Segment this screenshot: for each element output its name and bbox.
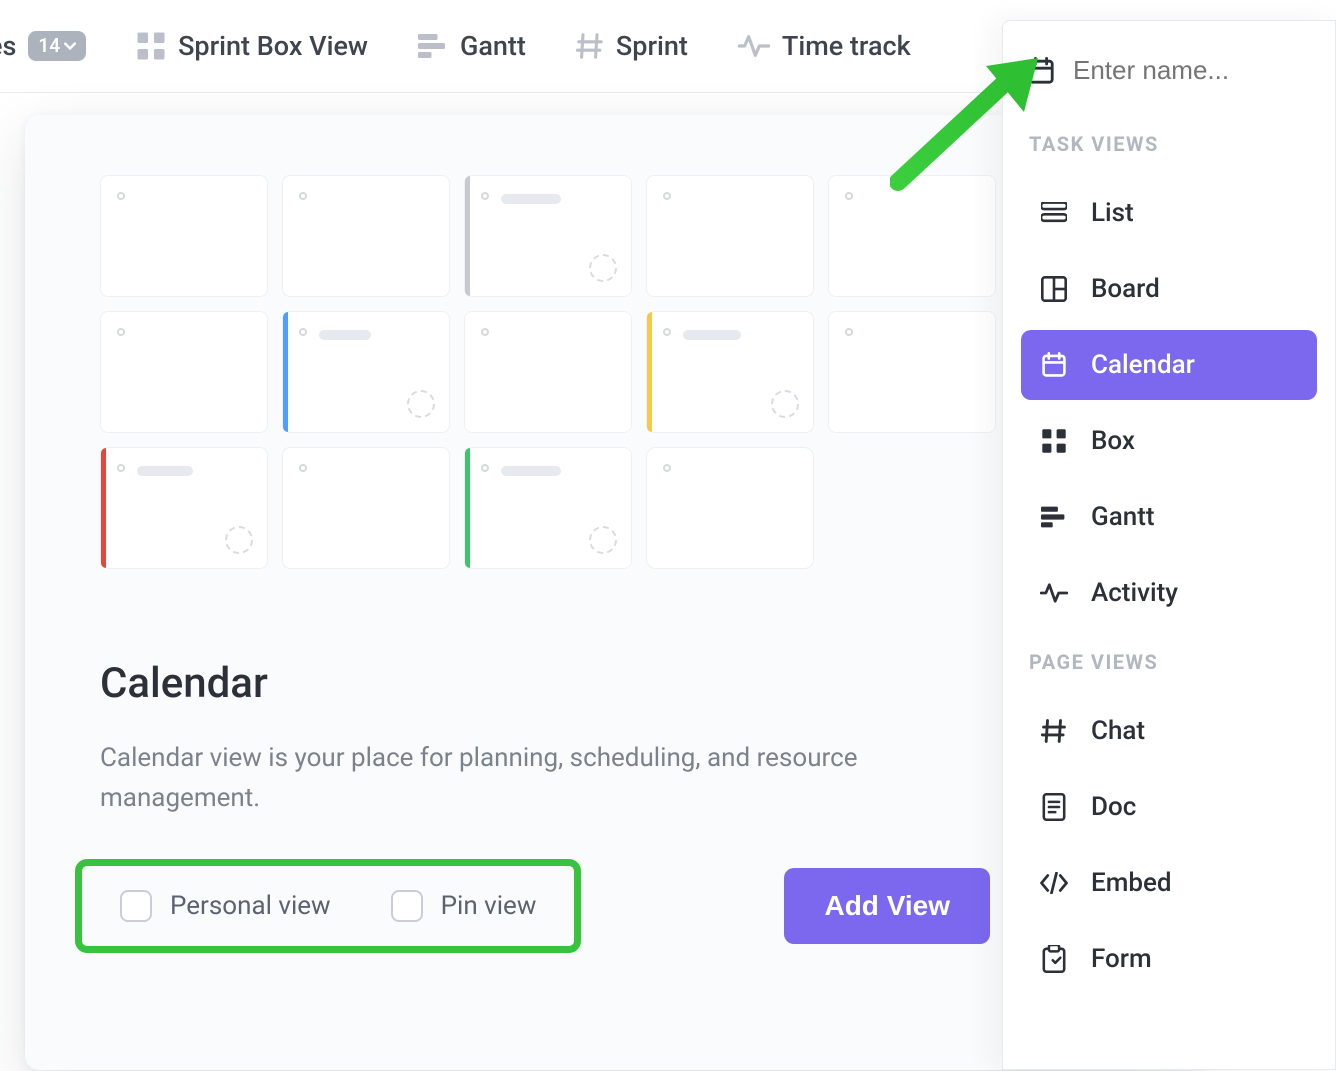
list-icon <box>1039 202 1069 224</box>
modal-description: Calendar view is your place for planning… <box>100 738 860 819</box>
embed-icon <box>1039 872 1069 894</box>
box-grid-icon <box>136 31 166 61</box>
modal-options-row: Personal view Pin view Add View <box>100 859 1130 953</box>
tab-label: Sprint <box>616 30 688 62</box>
tab-label: Gantt <box>460 30 526 62</box>
cal-card <box>282 311 450 433</box>
view-options-highlight: Personal view Pin view <box>75 859 581 953</box>
personal-view-checkbox[interactable]: Personal view <box>120 890 331 922</box>
view-option-label: Box <box>1091 426 1135 456</box>
cal-card <box>464 447 632 569</box>
chevron-down-icon <box>64 40 76 52</box>
view-option-label: Embed <box>1091 868 1172 898</box>
pin-view-checkbox[interactable]: Pin view <box>391 890 537 922</box>
view-option-chat[interactable]: Chat <box>1021 696 1317 766</box>
hash-icon <box>1039 718 1069 744</box>
view-option-calendar[interactable]: Calendar <box>1021 330 1317 400</box>
task-views-label: TASK VIEWS <box>1021 116 1317 178</box>
view-picker-panel: TASK VIEWS List Board Calendar Box Gantt… <box>1002 20 1336 1070</box>
cal-card <box>828 175 996 297</box>
cal-card <box>646 175 814 297</box>
cal-card <box>828 311 996 433</box>
calendar-icon <box>1027 57 1055 85</box>
tab-partial[interactable]: es 14 <box>0 30 86 62</box>
add-view-button[interactable]: Add View <box>784 868 990 944</box>
checkbox-label: Personal view <box>170 891 331 921</box>
cal-card <box>282 447 450 569</box>
page-views-label: PAGE VIEWS <box>1021 634 1317 696</box>
checkbox-label: Pin view <box>441 891 537 921</box>
view-option-list[interactable]: List <box>1021 178 1317 248</box>
view-option-gantt[interactable]: Gantt <box>1021 482 1317 552</box>
cal-card <box>100 447 268 569</box>
doc-icon <box>1039 793 1069 821</box>
calendar-icon <box>1039 352 1069 378</box>
calendar-preview-grid <box>100 175 1130 569</box>
view-option-label: Activity <box>1091 578 1178 608</box>
tab-sprint[interactable]: Sprint <box>576 30 688 62</box>
form-icon <box>1039 945 1069 973</box>
gantt-icon <box>418 33 448 59</box>
view-option-label: Gantt <box>1091 502 1155 532</box>
cal-card <box>464 311 632 433</box>
tab-badge-count: 14 <box>38 34 60 57</box>
cal-card <box>646 447 814 569</box>
view-option-doc[interactable]: Doc <box>1021 772 1317 842</box>
checkbox-icon <box>120 890 152 922</box>
view-name-input[interactable] <box>1073 55 1311 86</box>
view-option-form[interactable]: Form <box>1021 924 1317 994</box>
tab-gantt[interactable]: Gantt <box>418 30 526 62</box>
view-option-label: Doc <box>1091 792 1136 822</box>
view-option-activity[interactable]: Activity <box>1021 558 1317 628</box>
tab-time-tracking[interactable]: Time track <box>738 30 911 62</box>
gantt-icon <box>1039 506 1069 528</box>
view-option-label: Chat <box>1091 716 1145 746</box>
view-option-embed[interactable]: Embed <box>1021 848 1317 918</box>
hash-icon <box>576 32 604 60</box>
board-icon <box>1039 276 1069 302</box>
activity-icon <box>1039 582 1069 604</box>
cal-card <box>282 175 450 297</box>
cal-card <box>100 175 268 297</box>
checkbox-icon <box>391 890 423 922</box>
tab-label: Sprint Box View <box>178 30 368 62</box>
cal-card <box>646 311 814 433</box>
view-option-box[interactable]: Box <box>1021 406 1317 476</box>
view-option-label: Form <box>1091 944 1152 974</box>
view-option-label: Board <box>1091 274 1160 304</box>
view-option-board[interactable]: Board <box>1021 254 1317 324</box>
activity-icon <box>738 33 770 59</box>
tab-sprint-box-view[interactable]: Sprint Box View <box>136 30 368 62</box>
cal-card <box>100 311 268 433</box>
tab-label: Time track <box>782 30 911 62</box>
view-option-label: Calendar <box>1091 350 1195 380</box>
view-name-row <box>1021 49 1317 116</box>
box-grid-icon <box>1039 428 1069 454</box>
view-option-label: List <box>1091 198 1134 228</box>
cal-card <box>464 175 632 297</box>
modal-title: Calendar <box>100 659 1130 708</box>
tab-label: es <box>0 30 16 62</box>
tab-badge: 14 <box>28 31 86 61</box>
